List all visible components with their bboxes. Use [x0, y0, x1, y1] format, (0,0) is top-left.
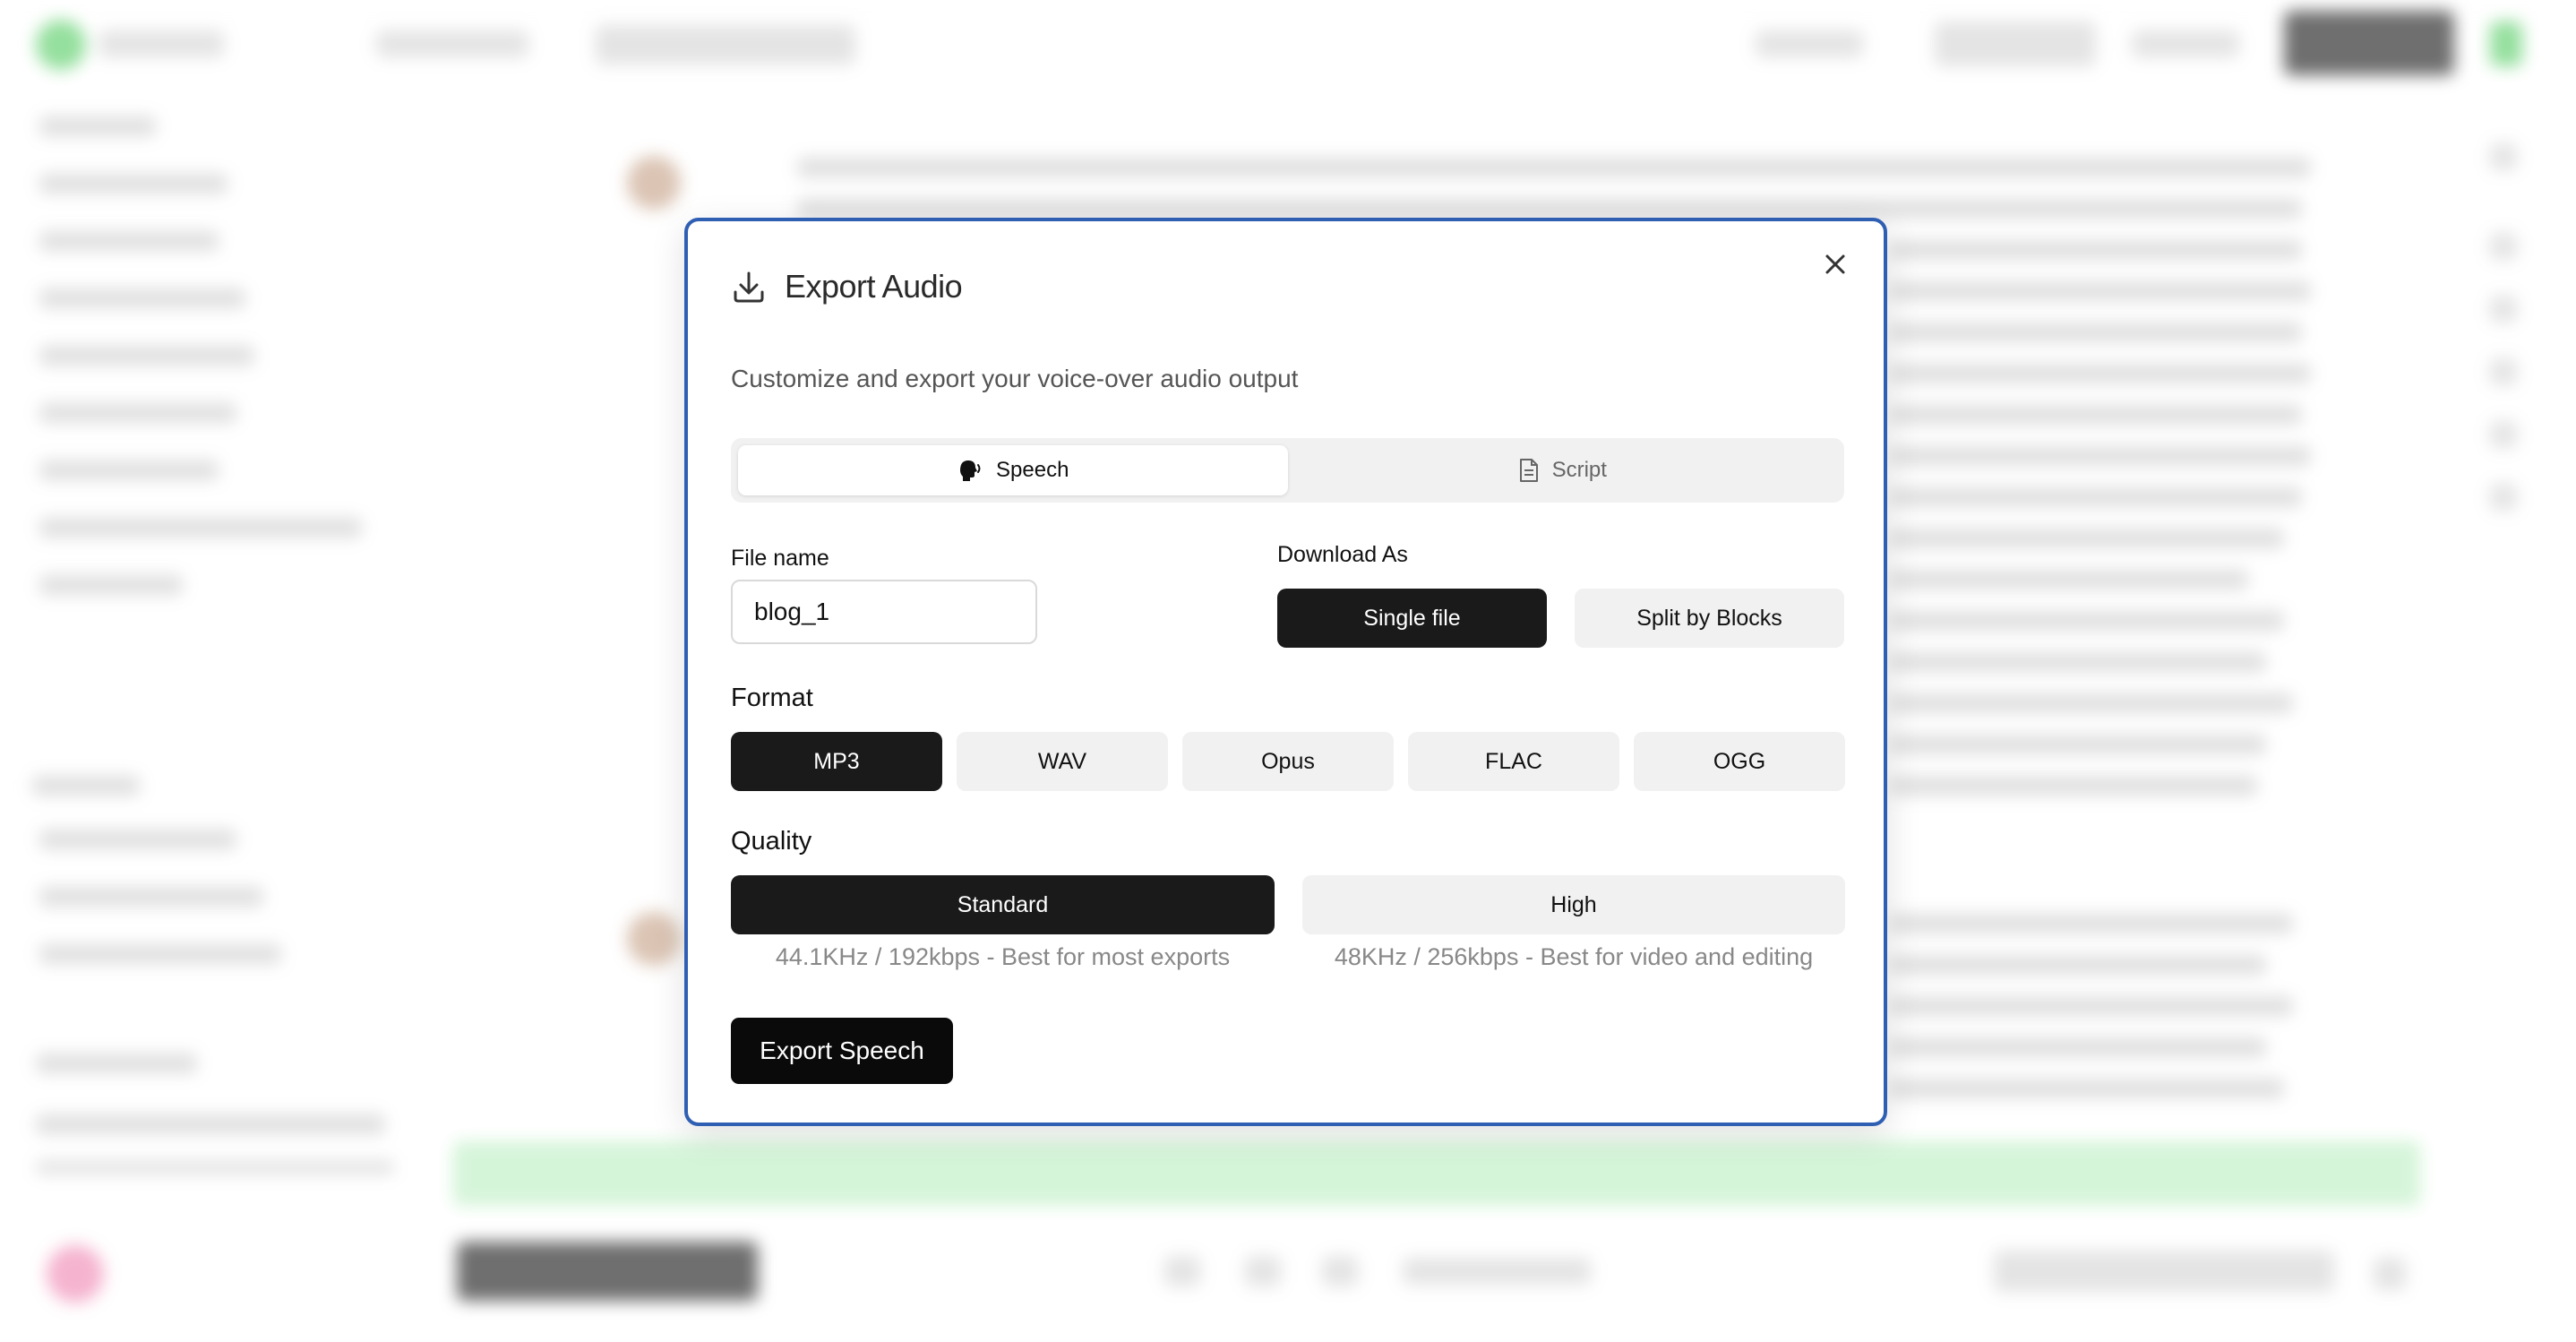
split-by-blocks-button[interactable]: Split by Blocks [1575, 589, 1844, 648]
export-type-tabs: Speech Script [731, 438, 1844, 503]
close-icon [1825, 254, 1845, 274]
close-button[interactable] [1819, 248, 1851, 280]
dialog-subtitle: Customize and export your voice-over aud… [731, 365, 1299, 392]
format-flac-button[interactable]: FLAC [1408, 732, 1619, 791]
single-file-button[interactable]: Single file [1277, 589, 1547, 648]
format-label: Format [731, 684, 813, 712]
format-ogg-button[interactable]: OGG [1634, 732, 1845, 791]
quality-label: Quality [731, 827, 812, 856]
tab-script-label: Script [1551, 458, 1607, 482]
quality-high-button[interactable]: High [1302, 875, 1845, 934]
download-as-label: Download As [1277, 542, 1408, 567]
quality-standard-note: 44.1KHz / 192kbps - Best for most export… [775, 943, 1231, 970]
quality-standard-button[interactable]: Standard [731, 875, 1275, 934]
dialog-title: Export Audio [785, 268, 963, 305]
format-mp3-button[interactable]: MP3 [731, 732, 942, 791]
tab-script[interactable]: Script [1288, 445, 1838, 495]
tab-speech-label: Speech [996, 458, 1069, 482]
tab-speech[interactable]: Speech [738, 445, 1288, 495]
speaking-head-icon [960, 460, 981, 481]
file-name-label: File name [731, 546, 829, 571]
format-wav-button[interactable]: WAV [957, 732, 1168, 791]
export-speech-button[interactable]: Export Speech [731, 1018, 953, 1084]
export-audio-dialog: Export Audio Customize and export your v… [684, 218, 1887, 1126]
format-opus-button[interactable]: Opus [1182, 732, 1394, 791]
download-icon [734, 271, 764, 303]
document-icon [1519, 459, 1538, 482]
dialog-header: Export Audio [731, 268, 963, 305]
file-name-input[interactable] [731, 580, 1037, 644]
quality-high-note: 48KHz / 256kbps - Best for video and edi… [1334, 943, 1814, 970]
